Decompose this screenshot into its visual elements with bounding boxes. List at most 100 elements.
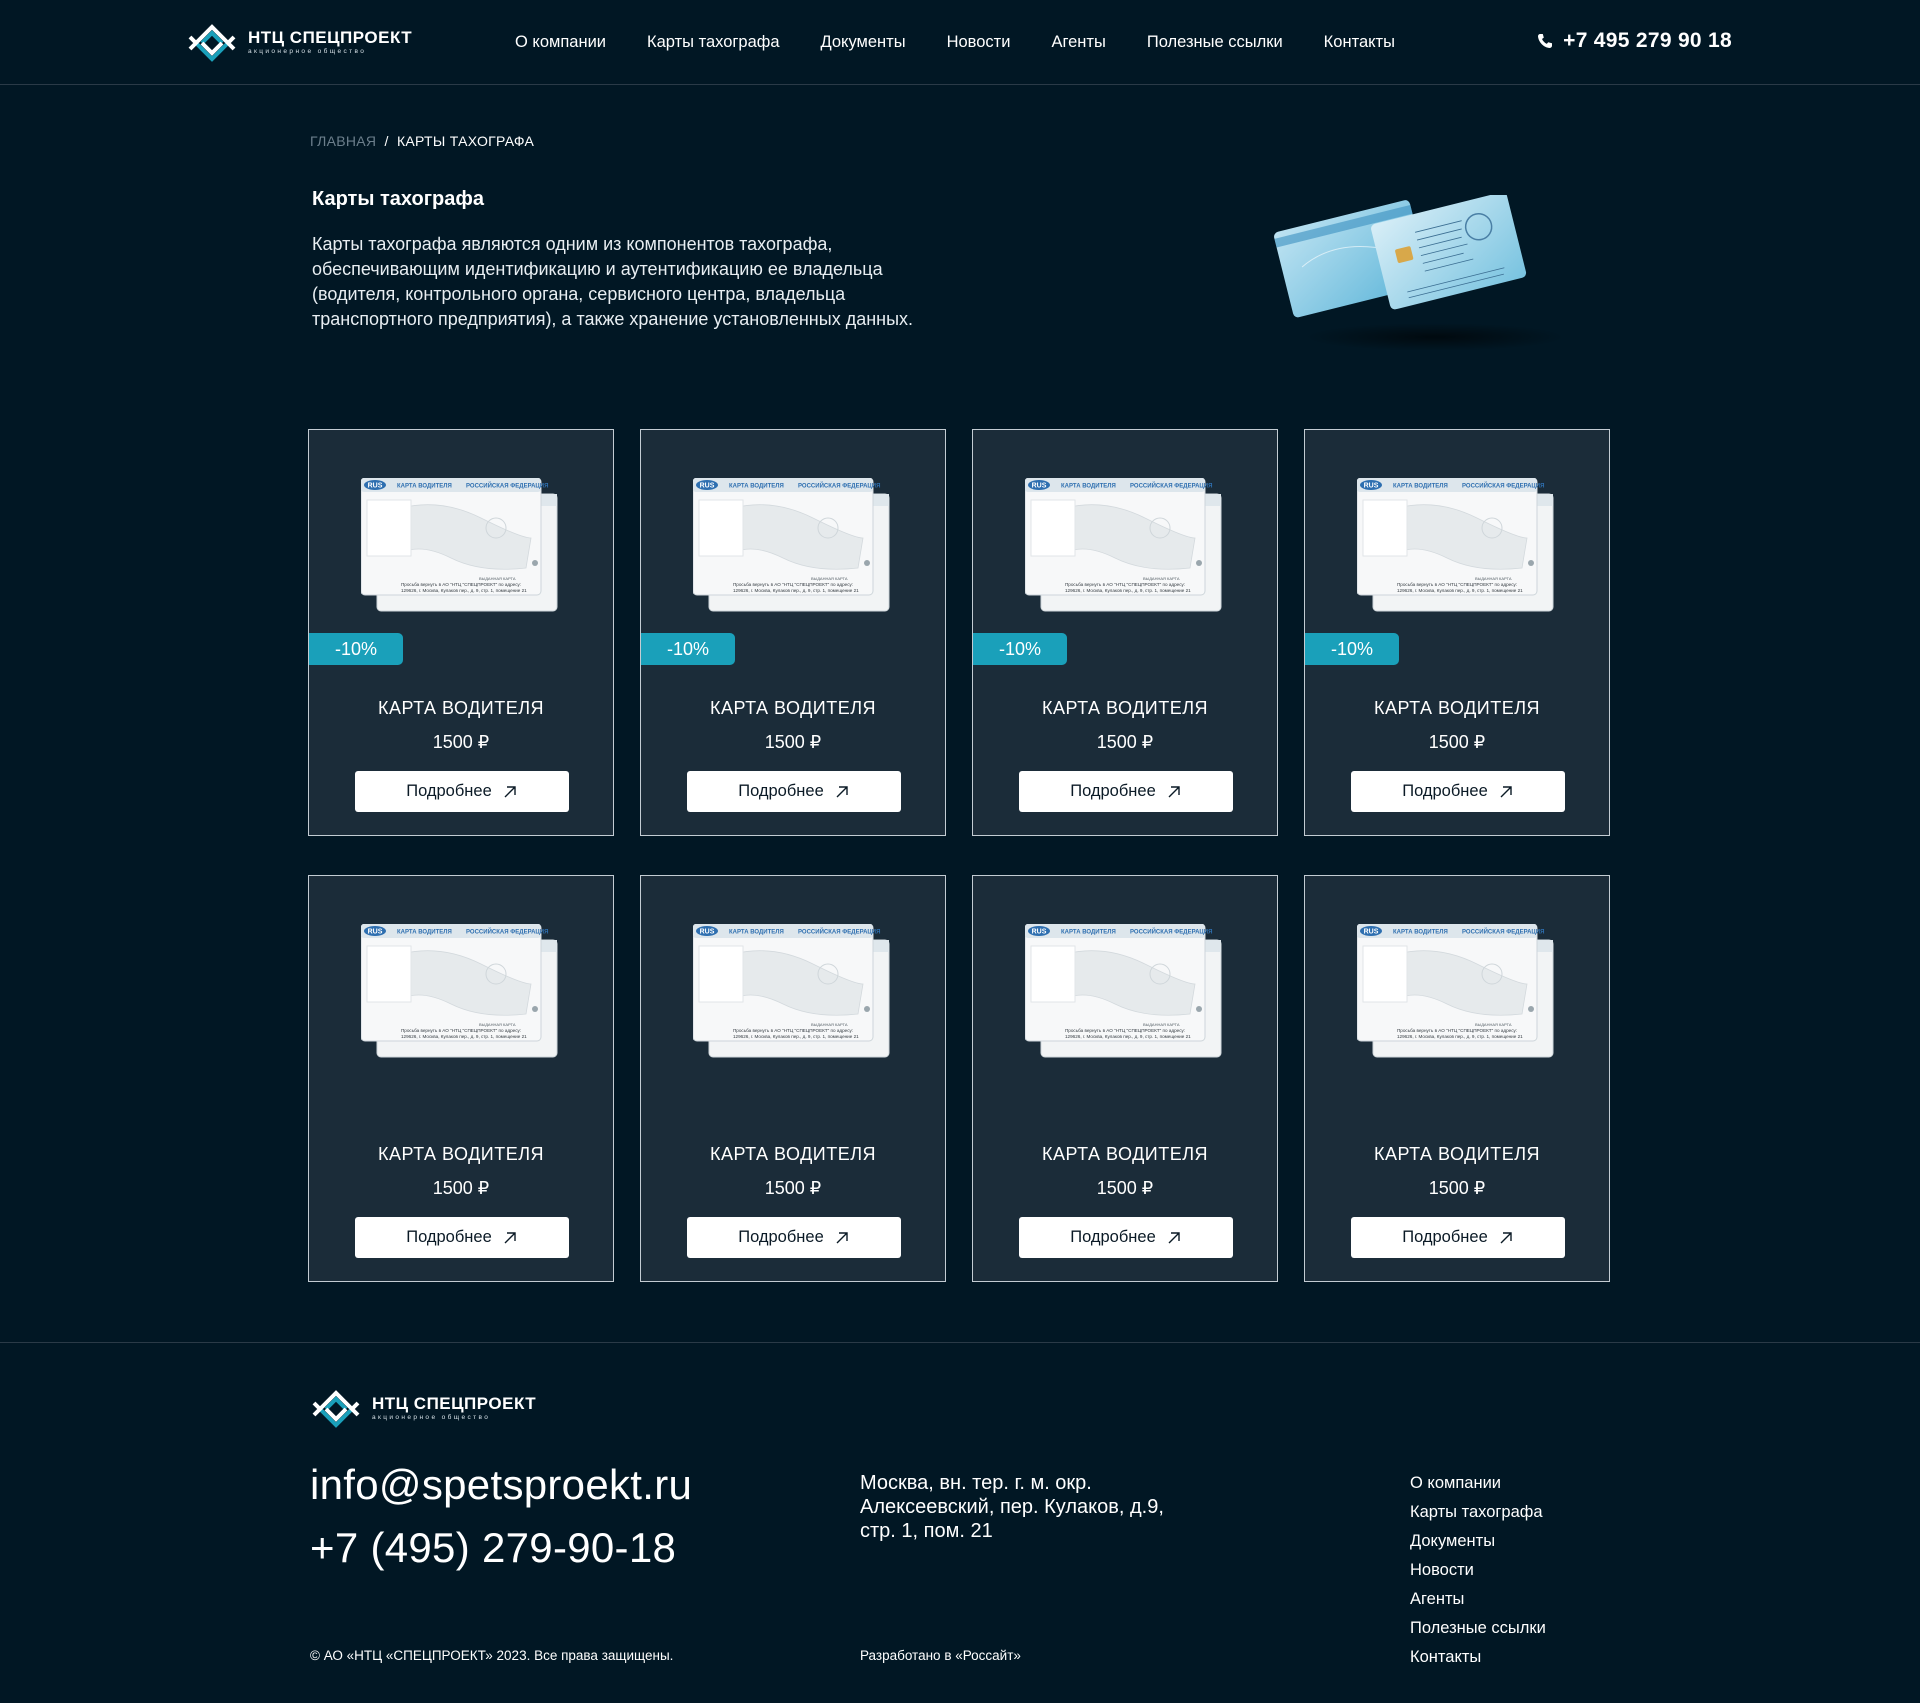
- product-title: КАРТА ВОДИТЕЛЯ: [1041, 698, 1209, 718]
- footer-email[interactable]: info@spetsproekt.ru: [310, 1461, 692, 1509]
- footer-nav-news[interactable]: Новости: [1410, 1556, 1546, 1585]
- product-price: 1500 ₽: [432, 1178, 490, 1198]
- footer-nav-tachograph-cards[interactable]: Карты тахографа: [1410, 1498, 1546, 1527]
- arrow-up-right-icon: [504, 785, 516, 797]
- logo-subtitle: акционерное общество: [248, 48, 367, 55]
- main-nav: О компании Карты тахографа Документы Нов…: [515, 30, 1436, 54]
- details-button[interactable]: Подробнее: [355, 1217, 569, 1258]
- hero-tachograph-cards-image: [1274, 195, 1565, 351]
- product-title: КАРТА ВОДИТЕЛЯ: [709, 698, 877, 718]
- nav-item-agents[interactable]: Агенты: [1051, 30, 1105, 54]
- svg-text:КАРТА ВОДИТЕЛЯ: КАРТА ВОДИТЕЛЯ: [397, 930, 452, 936]
- footer-nav-about[interactable]: О компании: [1410, 1469, 1546, 1498]
- breadcrumb-home[interactable]: ГЛАВНАЯ: [310, 133, 376, 149]
- svg-text:РОССИЙСКАЯ ФЕДЕРАЦИЯ: РОССИЙСКАЯ ФЕДЕРАЦИЯ: [1130, 482, 1212, 490]
- logo-mark-icon: [312, 1390, 360, 1428]
- driver-card-image: RUS КАРТА ВОДИТЕЛЯ РОССИЙСКАЯ ФЕДЕРАЦИЯ …: [693, 924, 890, 1058]
- page-title: Карты тахографа: [312, 188, 485, 210]
- developer-credit[interactable]: Разработано в «Россайт»: [860, 1648, 1021, 1663]
- footer-nav: О компании Карты тахографа Документы Нов…: [1410, 1469, 1546, 1672]
- product-title: КАРТА ВОДИТЕЛЯ: [377, 1144, 545, 1164]
- arrow-up-right-icon: [1168, 785, 1180, 797]
- breadcrumb-current: КАРТЫ ТАХОГРАФА: [396, 133, 535, 149]
- svg-text:129626, г. Москва, Кулаков пер: 129626, г. Москва, Кулаков пер., д. 9, с…: [1397, 1034, 1523, 1039]
- details-button[interactable]: Подробнее: [1019, 771, 1233, 812]
- nav-item-contacts[interactable]: Контакты: [1324, 30, 1395, 54]
- details-button-label: Подробнее: [1070, 1228, 1156, 1246]
- product-card[interactable]: RUS КАРТА ВОДИТЕЛЯ РОССИЙСКАЯ ФЕДЕРАЦИЯ …: [308, 875, 614, 1282]
- footer-phone[interactable]: +7 (495) 279-90-18: [310, 1524, 676, 1572]
- product-card[interactable]: RUS КАРТА ВОДИТЕЛЯ РОССИЙСКАЯ ФЕДЕРАЦИЯ …: [640, 429, 946, 836]
- footer-nav-agents[interactable]: Агенты: [1410, 1585, 1546, 1614]
- svg-text:RUS: RUS: [1032, 929, 1047, 936]
- svg-text:КАРТА ВОДИТЕЛЯ: КАРТА ВОДИТЕЛЯ: [729, 930, 784, 936]
- svg-text:РОССИЙСКАЯ ФЕДЕРАЦИЯ: РОССИЙСКАЯ ФЕДЕРАЦИЯ: [1462, 482, 1544, 490]
- svg-text:ВЫДАННАЯ КАРТА: ВЫДАННАЯ КАРТА: [1143, 1022, 1180, 1027]
- footer-nav-useful-links[interactable]: Полезные ссылки: [1410, 1614, 1546, 1643]
- nav-item-documents[interactable]: Документы: [821, 30, 906, 54]
- svg-text:129626, г. Москва, Кулаков пер: 129626, г. Москва, Кулаков пер., д. 9, с…: [1065, 1034, 1191, 1039]
- arrow-up-right-icon: [836, 785, 848, 797]
- details-button-label: Подробнее: [406, 782, 492, 800]
- svg-text:РОССИЙСКАЯ ФЕДЕРАЦИЯ: РОССИЙСКАЯ ФЕДЕРАЦИЯ: [466, 482, 548, 490]
- logo-mark-icon: [188, 24, 236, 62]
- product-price: 1500 ₽: [764, 732, 822, 752]
- details-button-label: Подробнее: [1402, 782, 1488, 800]
- details-button[interactable]: Подробнее: [1019, 1217, 1233, 1258]
- footer-nav-contacts[interactable]: Контакты: [1410, 1643, 1546, 1672]
- site-header: НТЦ СПЕЦПРОЕКТ акционерное общество О ко…: [0, 0, 1920, 85]
- details-button[interactable]: Подробнее: [355, 771, 569, 812]
- product-title: КАРТА ВОДИТЕЛЯ: [1373, 1144, 1541, 1164]
- svg-text:КАРТА ВОДИТЕЛЯ: КАРТА ВОДИТЕЛЯ: [729, 484, 784, 490]
- header-phone-number: +7 495 279 90 18: [1563, 29, 1732, 52]
- svg-text:РОССИЙСКАЯ ФЕДЕРАЦИЯ: РОССИЙСКАЯ ФЕДЕРАЦИЯ: [1130, 928, 1212, 936]
- product-card[interactable]: RUS КАРТА ВОДИТЕЛЯ РОССИЙСКАЯ ФЕДЕРАЦИЯ …: [972, 429, 1278, 836]
- product-card[interactable]: RUS КАРТА ВОДИТЕЛЯ РОССИЙСКАЯ ФЕДЕРАЦИЯ …: [308, 429, 614, 836]
- details-button-label: Подробнее: [738, 1228, 824, 1246]
- product-title: КАРТА ВОДИТЕЛЯ: [709, 1144, 877, 1164]
- svg-text:ВЫДАННАЯ КАРТА: ВЫДАННАЯ КАРТА: [1475, 576, 1512, 581]
- svg-text:КАРТА ВОДИТЕЛЯ: КАРТА ВОДИТЕЛЯ: [1061, 484, 1116, 490]
- svg-text:129626, г. Москва, Кулаков пер: 129626, г. Москва, Кулаков пер., д. 9, с…: [401, 588, 527, 593]
- product-card[interactable]: RUS КАРТА ВОДИТЕЛЯ РОССИЙСКАЯ ФЕДЕРАЦИЯ …: [1304, 875, 1610, 1282]
- product-price: 1500 ₽: [1428, 732, 1486, 752]
- product-card[interactable]: RUS КАРТА ВОДИТЕЛЯ РОССИЙСКАЯ ФЕДЕРАЦИЯ …: [1304, 429, 1610, 836]
- nav-item-tachograph-cards[interactable]: Карты тахографа: [647, 30, 780, 54]
- details-button[interactable]: Подробнее: [1351, 771, 1565, 812]
- product-price: 1500 ₽: [1428, 1178, 1486, 1198]
- driver-card-image: RUS КАРТА ВОДИТЕЛЯ РОССИЙСКАЯ ФЕДЕРАЦИЯ …: [361, 478, 558, 612]
- breadcrumb-separator: /: [384, 133, 389, 149]
- svg-text:RUS: RUS: [368, 929, 383, 936]
- details-button-label: Подробнее: [1070, 782, 1156, 800]
- nav-item-useful-links[interactable]: Полезные ссылки: [1147, 30, 1283, 54]
- nav-item-news[interactable]: Новости: [947, 30, 1011, 54]
- logo-subtitle: акционерное общество: [372, 1414, 491, 1421]
- svg-text:ВЫДАННАЯ КАРТА: ВЫДАННАЯ КАРТА: [1143, 576, 1180, 581]
- header-phone[interactable]: +7 495 279 90 18: [1537, 29, 1732, 53]
- product-title: КАРТА ВОДИТЕЛЯ: [1041, 1144, 1209, 1164]
- copyright: © АО «НТЦ «СПЕЦПРОЕКТ» 2023. Все права з…: [310, 1648, 674, 1663]
- product-card[interactable]: RUS КАРТА ВОДИТЕЛЯ РОССИЙСКАЯ ФЕДЕРАЦИЯ …: [972, 875, 1278, 1282]
- svg-text:ВЫДАННАЯ КАРТА: ВЫДАННАЯ КАРТА: [479, 1022, 516, 1027]
- header-logo[interactable]: НТЦ СПЕЦПРОЕКТ акционерное общество: [186, 17, 412, 69]
- product-card[interactable]: RUS КАРТА ВОДИТЕЛЯ РОССИЙСКАЯ ФЕДЕРАЦИЯ …: [640, 875, 946, 1282]
- breadcrumb: ГЛАВНАЯ / КАРТЫ ТАХОГРАФА: [310, 133, 534, 149]
- details-button[interactable]: Подробнее: [687, 771, 901, 812]
- footer-nav-documents[interactable]: Документы: [1410, 1527, 1546, 1556]
- svg-text:Просьба вернуть в АО "НТЦ "СПЕ: Просьба вернуть в АО "НТЦ "СПЕЦПРОЕКТ" п…: [1397, 1028, 1517, 1033]
- svg-text:КАРТА ВОДИТЕЛЯ: КАРТА ВОДИТЕЛЯ: [397, 484, 452, 490]
- driver-card-image: RUS КАРТА ВОДИТЕЛЯ РОССИЙСКАЯ ФЕДЕРАЦИЯ …: [693, 478, 890, 612]
- nav-item-about[interactable]: О компании: [515, 30, 606, 54]
- details-button[interactable]: Подробнее: [1351, 1217, 1565, 1258]
- arrow-up-right-icon: [1168, 1231, 1180, 1243]
- arrow-up-right-icon: [1500, 1231, 1512, 1243]
- details-button[interactable]: Подробнее: [687, 1217, 901, 1258]
- svg-text:КАРТА ВОДИТЕЛЯ: КАРТА ВОДИТЕЛЯ: [1393, 930, 1448, 936]
- phone-icon: [1538, 34, 1553, 48]
- svg-text:Просьба вернуть в АО "НТЦ "СПЕ: Просьба вернуть в АО "НТЦ "СПЕЦПРОЕКТ" п…: [733, 582, 853, 587]
- footer-logo[interactable]: НТЦ СПЕЦПРОЕКТ акционерное общество: [310, 1383, 536, 1435]
- svg-text:RUS: RUS: [368, 483, 383, 490]
- product-price: 1500 ₽: [432, 732, 490, 752]
- driver-card-image: RUS КАРТА ВОДИТЕЛЯ РОССИЙСКАЯ ФЕДЕРАЦИЯ …: [1357, 924, 1554, 1058]
- driver-card-image: RUS КАРТА ВОДИТЕЛЯ РОССИЙСКАЯ ФЕДЕРАЦИЯ …: [1357, 478, 1554, 612]
